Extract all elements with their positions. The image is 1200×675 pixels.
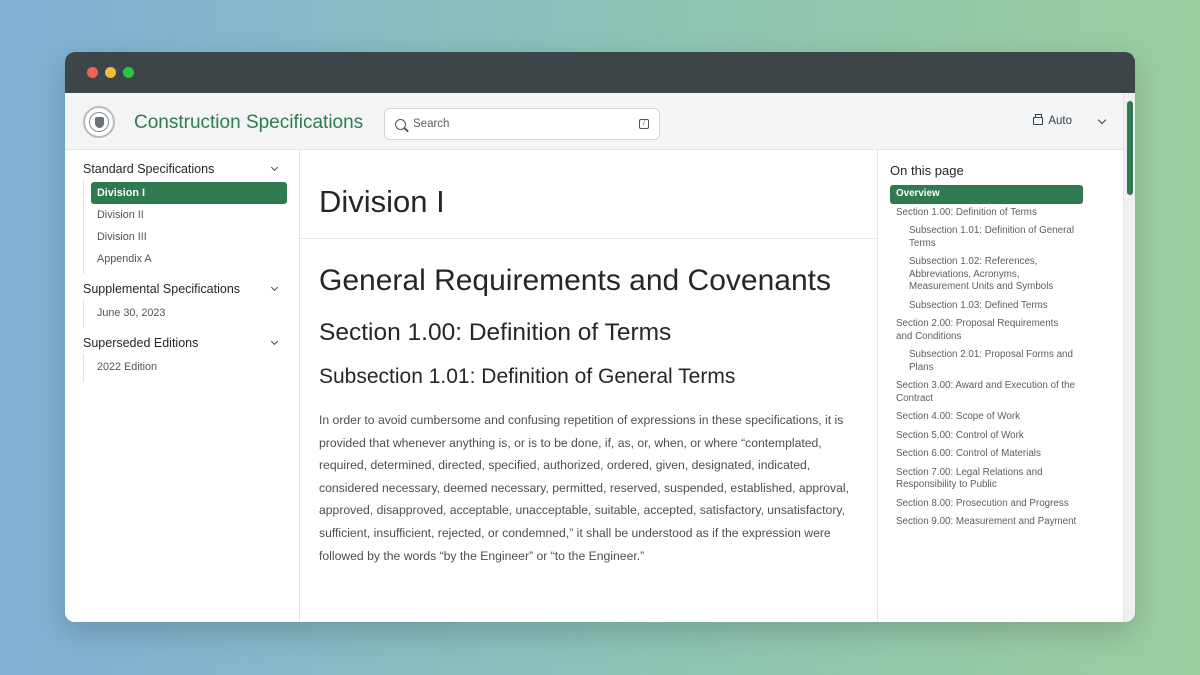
nav-list-supplemental: June 30, 2023 bbox=[83, 300, 299, 328]
display-mode-icon bbox=[1033, 114, 1044, 125]
toc-item-section-3-00[interactable]: Section 3.00: Award and Execution of the… bbox=[890, 377, 1083, 408]
window-titlebar bbox=[65, 52, 1135, 93]
browser-window: Construction Specifications Search / Aut… bbox=[65, 52, 1135, 622]
sidebar-item-june-30-2023[interactable]: June 30, 2023 bbox=[91, 302, 299, 324]
nav-group-superseded-editions[interactable]: Superseded Editions bbox=[65, 332, 299, 354]
toc-item-section-4-00[interactable]: Section 4.00: Scope of Work bbox=[890, 408, 1083, 427]
sidebar-item-division-iii[interactable]: Division III bbox=[91, 226, 299, 248]
theme-label: Auto bbox=[1048, 115, 1072, 127]
toc-item-section-9-00[interactable]: Section 9.00: Measurement and Payment bbox=[890, 513, 1083, 532]
toc-item-section-1-00[interactable]: Section 1.00: Definition of Terms bbox=[890, 204, 1083, 223]
nav-group-supplemental-specifications[interactable]: Supplemental Specifications bbox=[65, 278, 299, 300]
scrollbar-thumb[interactable] bbox=[1127, 101, 1133, 195]
on-this-page-toc: On this page Overview Section 1.00: Defi… bbox=[877, 150, 1123, 622]
article-body: General Requirements and Covenants Secti… bbox=[300, 239, 877, 567]
chevron-down-icon bbox=[270, 283, 279, 292]
heading-section-1-00: Section 1.00: Definition of Terms bbox=[319, 319, 672, 346]
toc-item-section-5-00[interactable]: Section 5.00: Control of Work bbox=[890, 427, 1083, 446]
seal-logo-icon[interactable] bbox=[83, 106, 115, 138]
maximize-window-dot[interactable] bbox=[123, 67, 134, 78]
site-title[interactable]: Construction Specifications bbox=[134, 112, 363, 134]
app: Construction Specifications Search / Aut… bbox=[65, 93, 1135, 622]
chevron-down-icon bbox=[270, 337, 279, 346]
nav-list-superseded: 2022 Edition bbox=[83, 354, 299, 382]
toc-item-overview[interactable]: Overview bbox=[890, 185, 1083, 204]
nav-group-title: Standard Specifications bbox=[83, 162, 215, 176]
toc-item-section-8-00[interactable]: Section 8.00: Prosecution and Progress bbox=[890, 495, 1083, 514]
toc-title: On this page bbox=[890, 163, 964, 178]
toc-item-section-2-00[interactable]: Section 2.00: Proposal Requirements and … bbox=[890, 315, 1083, 346]
main-content: Division I General Requirements and Cove… bbox=[300, 150, 877, 622]
nav-group-title: Supplemental Specifications bbox=[83, 282, 241, 296]
heading-general-requirements: General Requirements and Covenants bbox=[319, 264, 831, 297]
theme-selector[interactable]: Auto bbox=[1033, 114, 1107, 127]
toc-item-section-6-00[interactable]: Section 6.00: Control of Materials bbox=[890, 445, 1083, 464]
page-body: Standard Specifications Division I Divis… bbox=[65, 150, 1123, 622]
close-window-dot[interactable] bbox=[87, 67, 98, 78]
toc-item-subsection-2-01[interactable]: Subsection 2.01: Proposal Forms and Plan… bbox=[890, 346, 1083, 377]
toc-item-subsection-1-02[interactable]: Subsection 1.02: References, Abbreviatio… bbox=[890, 253, 1083, 297]
chevron-down-icon bbox=[1097, 115, 1107, 124]
nav-list-standard: Division I Division II Division III Appe… bbox=[83, 180, 299, 274]
keyboard-shortcut-icon: / bbox=[639, 119, 649, 129]
page-title: Division I bbox=[300, 150, 877, 239]
scrollbar[interactable] bbox=[1123, 93, 1135, 622]
sidebar-item-2022-edition[interactable]: 2022 Edition bbox=[91, 356, 299, 378]
site-header: Construction Specifications Search / Aut… bbox=[65, 93, 1135, 150]
toc-item-subsection-1-01[interactable]: Subsection 1.01: Definition of General T… bbox=[890, 222, 1083, 253]
search-input[interactable]: Search / bbox=[384, 108, 660, 140]
toc-item-section-7-00[interactable]: Section 7.00: Legal Relations and Respon… bbox=[890, 464, 1083, 495]
sidebar-item-division-ii[interactable]: Division II bbox=[91, 204, 299, 226]
toc-list: Overview Section 1.00: Definition of Ter… bbox=[890, 185, 1123, 532]
chevron-down-icon bbox=[270, 163, 279, 172]
minimize-window-dot[interactable] bbox=[105, 67, 116, 78]
sidebar-nav: Standard Specifications Division I Divis… bbox=[65, 150, 300, 622]
toc-item-subsection-1-03[interactable]: Subsection 1.03: Defined Terms bbox=[890, 297, 1083, 316]
nav-group-title: Superseded Editions bbox=[83, 336, 199, 350]
sidebar-item-appendix-a[interactable]: Appendix A bbox=[91, 248, 299, 270]
search-icon bbox=[395, 118, 406, 130]
seal-shield bbox=[94, 116, 104, 128]
heading-subsection-1-01: Subsection 1.01: Definition of General T… bbox=[319, 365, 736, 388]
search-placeholder: Search bbox=[413, 118, 450, 130]
seal-ring bbox=[89, 112, 109, 132]
nav-group-standard-specifications[interactable]: Standard Specifications bbox=[65, 158, 299, 180]
body-paragraph: In order to avoid cumbersome and confusi… bbox=[319, 413, 849, 563]
sidebar-item-division-i[interactable]: Division I bbox=[91, 182, 287, 204]
